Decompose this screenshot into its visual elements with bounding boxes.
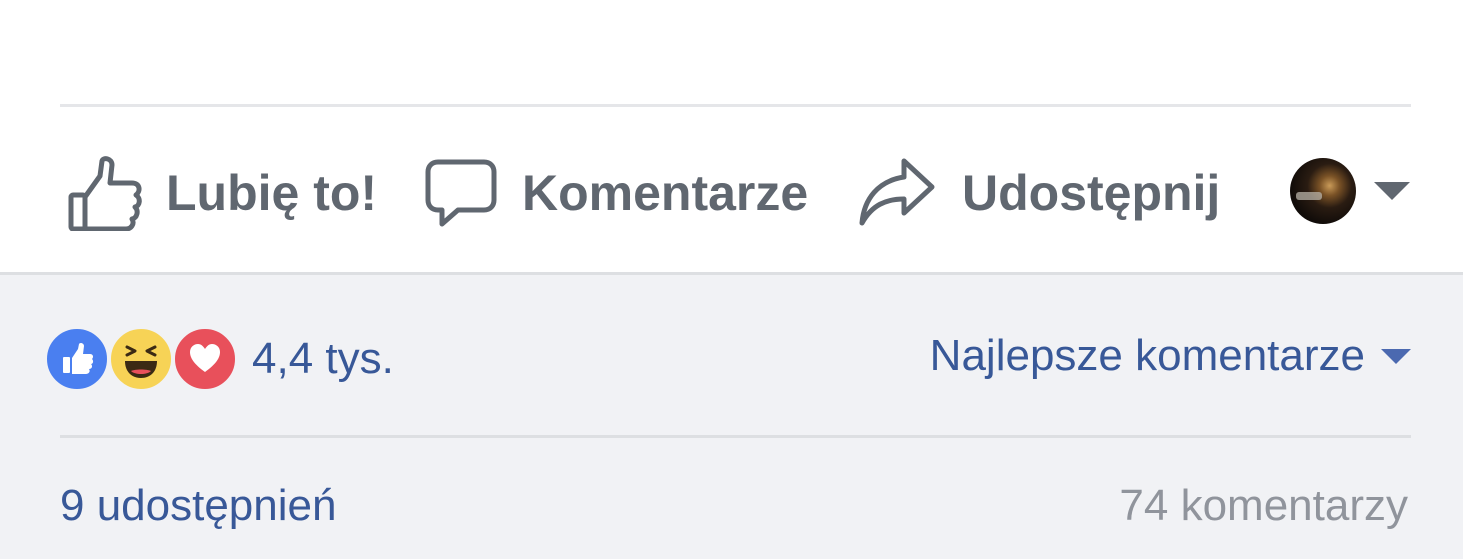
reactions-summary[interactable]: 4,4 tys. xyxy=(44,325,394,393)
love-reaction-icon xyxy=(172,326,238,392)
comment-label: Komentarze xyxy=(522,165,809,221)
action-area: Lubię to! Komentarze Udostępnij xyxy=(0,0,1463,272)
action-bar: Lubię to! Komentarze Udostępnij xyxy=(60,150,1411,236)
comment-button[interactable]: Komentarze xyxy=(424,150,808,236)
thumbs-up-icon xyxy=(66,155,142,231)
shares-count-link[interactable]: 9 udostępnień xyxy=(60,481,336,531)
comment-sort-dropdown[interactable]: Najlepsze komentarze xyxy=(930,331,1411,381)
caret-down-icon xyxy=(1374,182,1410,200)
share-arrow-icon xyxy=(858,155,938,231)
post-as-selector[interactable] xyxy=(1290,156,1410,226)
comments-count-link[interactable]: 74 komentarzy xyxy=(1119,481,1408,531)
speech-bubble-icon xyxy=(424,156,498,230)
share-button[interactable]: Udostępnij xyxy=(858,150,1220,236)
feedback-summary: 4,4 tys. Najlepsze komentarze 9 udostępn… xyxy=(0,272,1463,559)
like-label: Lubię to! xyxy=(166,165,378,221)
avatar xyxy=(1290,158,1356,224)
reaction-count: 4,4 tys. xyxy=(252,334,394,383)
caret-down-icon xyxy=(1381,348,1411,364)
haha-reaction-icon xyxy=(108,326,174,392)
divider xyxy=(60,104,1411,107)
sort-label: Najlepsze komentarze xyxy=(929,331,1365,380)
post-footer: Lubię to! Komentarze Udostępnij 4,4 tys.… xyxy=(0,0,1463,559)
share-label: Udostępnij xyxy=(962,165,1221,221)
like-button[interactable]: Lubię to! xyxy=(66,150,377,236)
like-reaction-icon xyxy=(44,326,110,392)
divider xyxy=(60,435,1411,438)
